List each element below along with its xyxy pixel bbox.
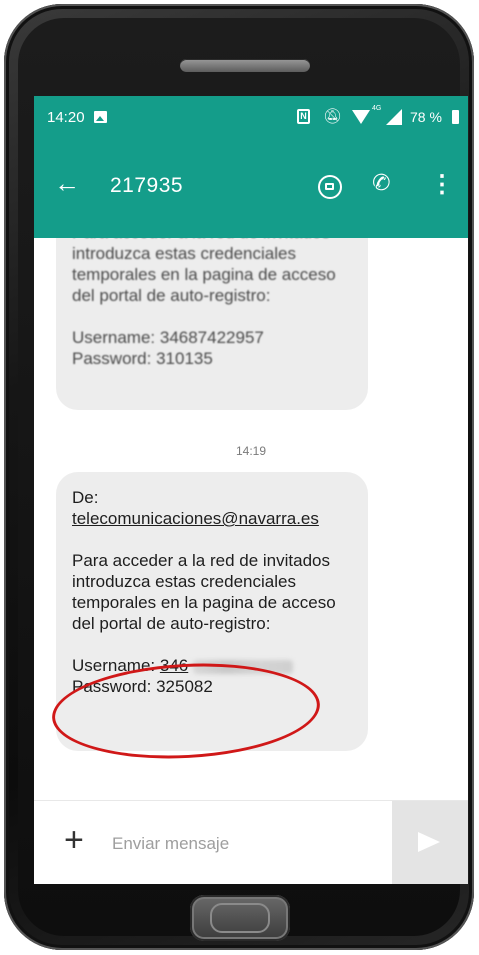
more-icon[interactable]: ⋮ — [430, 170, 454, 199]
send-button[interactable] — [392, 801, 468, 884]
signal-label: 4G — [372, 105, 382, 112]
message-bubble: Para acceder a la red de invitados intro… — [56, 238, 368, 410]
phone-speaker — [180, 59, 310, 72]
message-text: Para acceder a la red de invitados intro… — [72, 238, 352, 369]
password-line: Password: 310135 — [72, 349, 213, 368]
phone-icon[interactable]: ✆ — [370, 169, 392, 198]
from-label: De: — [72, 488, 99, 507]
battery-percent: 78 % — [410, 109, 442, 125]
status-time: 14:20 — [47, 109, 85, 126]
plus-icon[interactable]: + — [64, 821, 84, 860]
signal-icon — [386, 109, 402, 125]
message-input[interactable] — [110, 828, 374, 860]
back-arrow-icon[interactable]: ← — [54, 168, 80, 199]
wifi-icon — [352, 110, 370, 124]
send-icon — [418, 832, 440, 852]
message-body: Para acceder a la red de invitados intro… — [72, 238, 336, 305]
battery-icon — [452, 110, 459, 124]
message-timestamp: 14:19 — [235, 444, 267, 458]
mute-icon: 🔕︎ — [323, 108, 343, 125]
status-bar: 14:20 N 🔕︎ 4G 78 % — [34, 96, 468, 140]
message-body: Para acceder a la red de invitados intro… — [72, 551, 336, 633]
image-icon — [94, 111, 107, 123]
message-composer: + — [34, 800, 468, 884]
video-call-icon[interactable] — [318, 175, 342, 199]
email-link[interactable]: telecomunicaciones@navarra.es — [72, 509, 319, 528]
username-line: Username: 34687422957 — [72, 328, 264, 347]
nfc-icon: N — [297, 109, 310, 124]
phone-screen: 14:20 N 🔕︎ 4G 78 % ← 217935 ✆ ⋮ Para acc… — [34, 96, 468, 884]
home-button-ring — [210, 903, 270, 933]
conversation-title: 217935 — [110, 174, 184, 197]
app-bar: ← 217935 ✆ ⋮ — [34, 140, 468, 238]
home-button[interactable] — [190, 895, 290, 941]
message-list[interactable]: Para acceder a la red de invitados intro… — [34, 238, 468, 800]
